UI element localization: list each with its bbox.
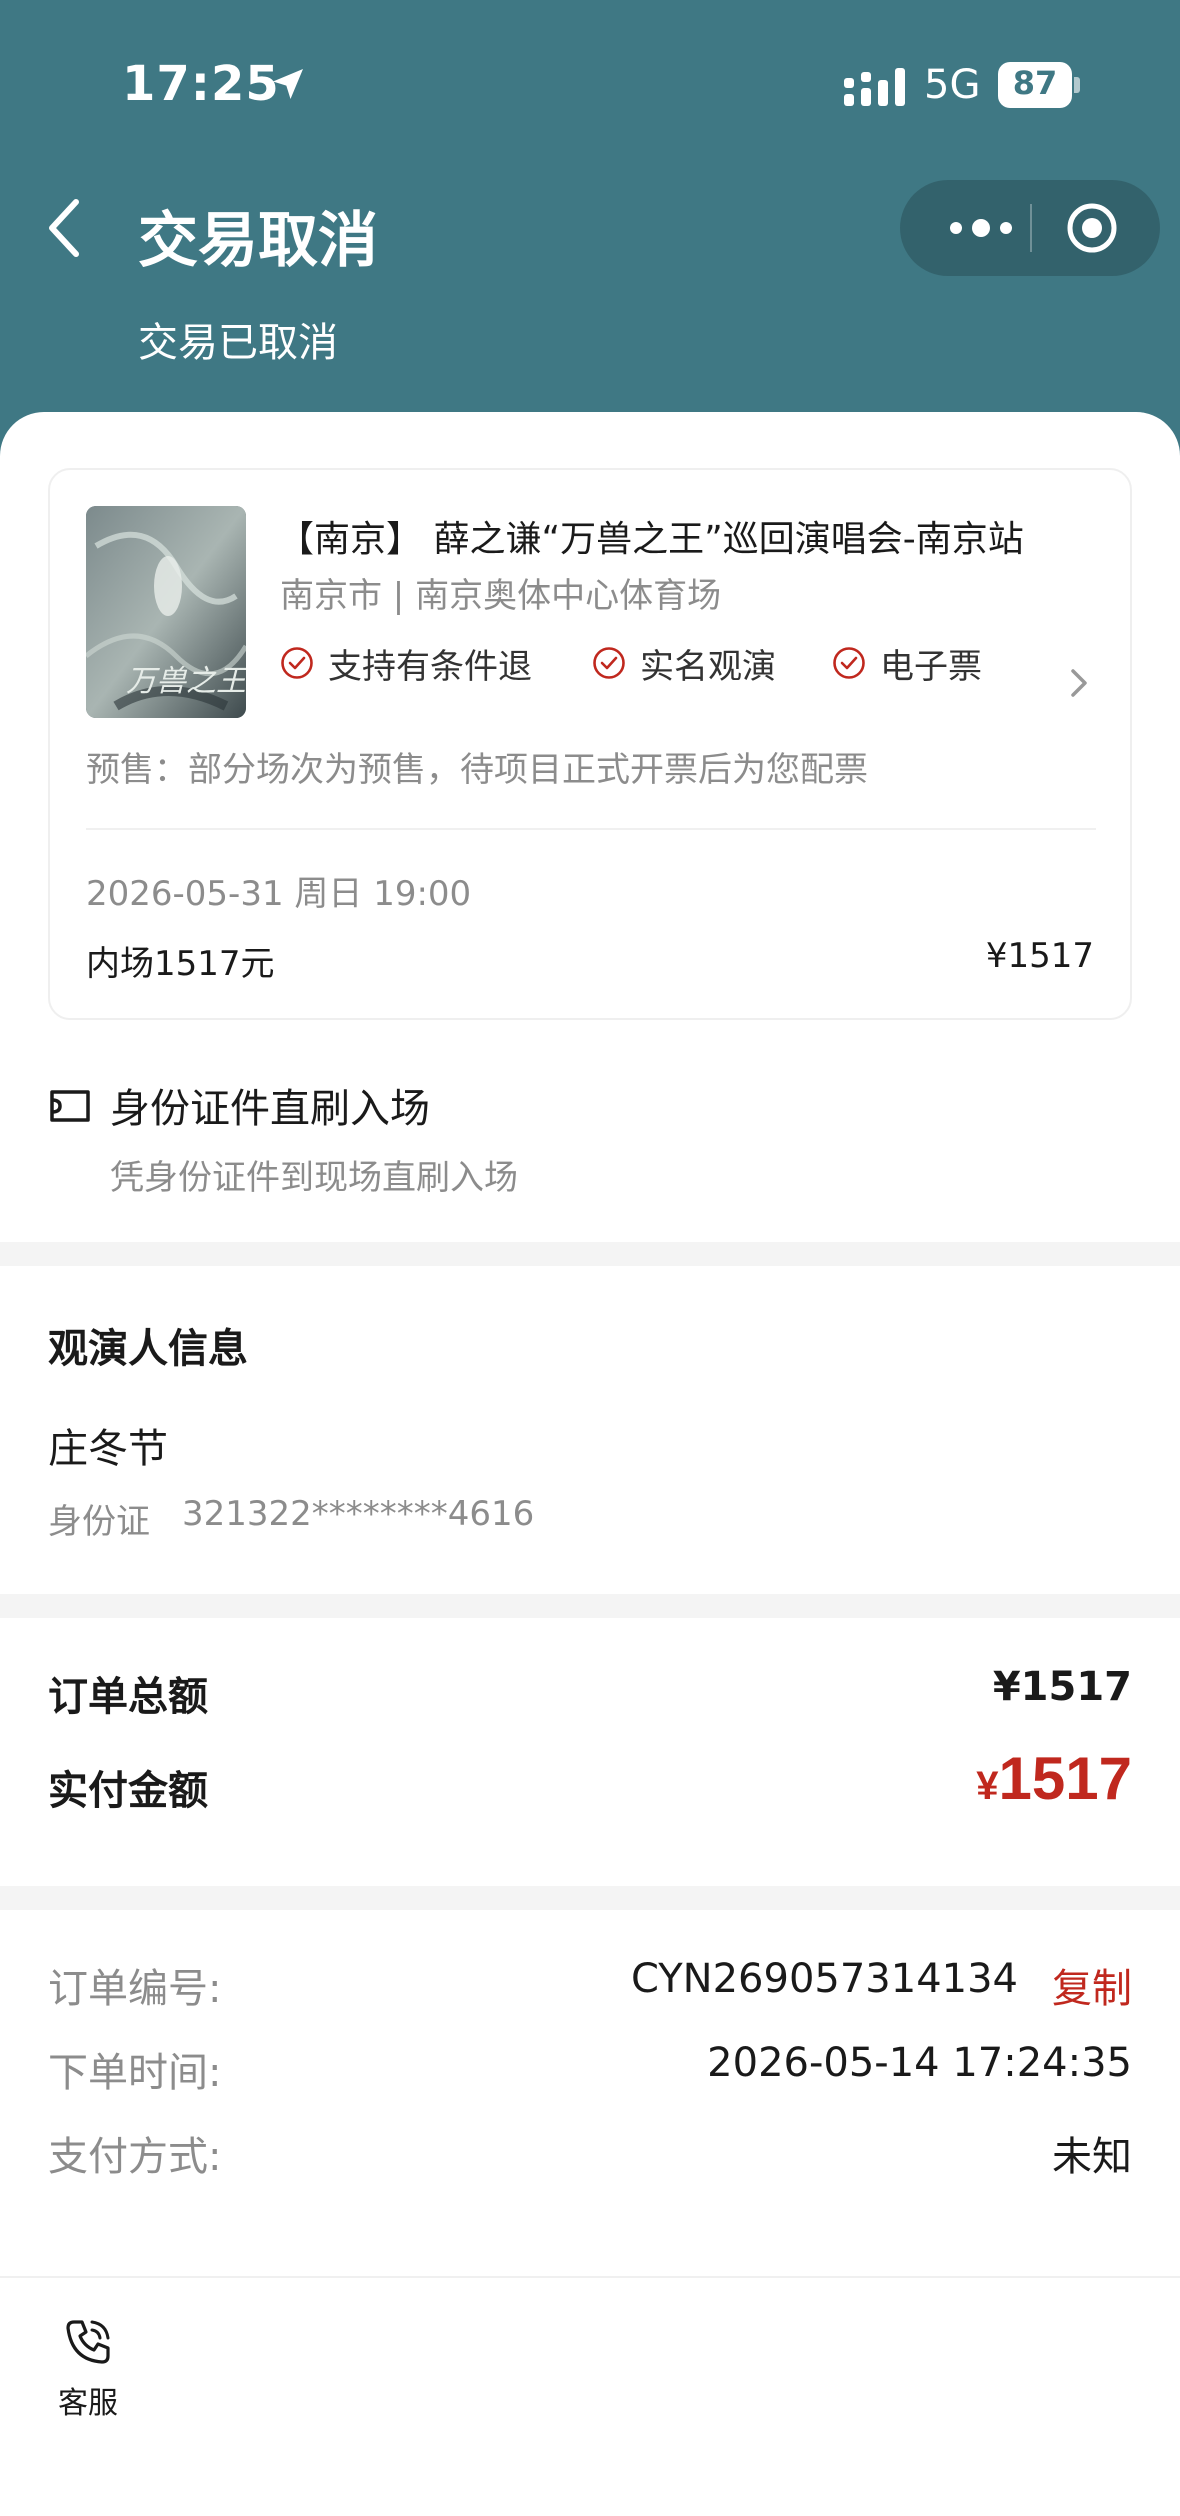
id-number: 321322********4616 xyxy=(182,1494,535,1534)
session-time: 2026-05-31 周日 19:00 xyxy=(86,874,472,914)
mini-program-capsule xyxy=(900,180,1160,276)
section-divider xyxy=(0,1886,1180,1910)
customer-service-button[interactable]: 客服 xyxy=(48,2314,128,2434)
paid-amount-label: 实付金额 xyxy=(48,1768,208,1814)
check-circle-icon xyxy=(833,647,865,679)
poster-title: 万兽之王 xyxy=(126,664,246,699)
check-circle-icon xyxy=(593,647,625,679)
section-divider xyxy=(0,1242,1180,1266)
show-venue: 南京市 | 南京奥体中心体育场 xyxy=(280,576,722,616)
entry-method-desc: 凭身份证件到现场直刷入场 xyxy=(110,1158,518,1198)
ticket-tier: 内场1517元 xyxy=(86,944,275,984)
show-poster: 万兽之王 xyxy=(86,506,246,718)
entry-method-title: 身份证件直刷入场 xyxy=(110,1086,430,1132)
paid-amount-value: ¥1517 xyxy=(976,1744,1132,1813)
payment-method-value: 未知 xyxy=(1052,2134,1132,2180)
tag-label: 电子票 xyxy=(880,646,982,687)
order-detail-sheet: 万兽之王 【南京】 薛之谦“万兽之王”巡回演唱会-南京站 南京市 | 南京奥体中… xyxy=(0,412,1180,2516)
network-type: 5G xyxy=(924,62,981,108)
order-total-value: ¥1517 xyxy=(992,1664,1132,1710)
paid-currency: ¥ xyxy=(976,1764,999,1808)
order-time-value: 2026-05-14 17:24:35 xyxy=(707,2040,1132,2086)
phone-icon xyxy=(66,2320,110,2364)
order-time-row: 下单时间: 2026-05-14 17:24:35 xyxy=(48,2040,1132,2100)
section-divider xyxy=(0,1594,1180,1618)
tag-label: 实名观演 xyxy=(640,646,776,687)
customer-service-label: 客服 xyxy=(58,2386,118,2421)
id-card-icon xyxy=(50,1090,90,1122)
order-number-label: 订单编号: xyxy=(48,1966,222,2012)
entry-method: 身份证件直刷入场 凭身份证件到现场直刷入场 xyxy=(48,1076,1132,1226)
show-card[interactable]: 万兽之王 【南京】 薛之谦“万兽之王”巡回演唱会-南京站 南京市 | 南京奥体中… xyxy=(48,468,1132,1020)
signal-icon xyxy=(844,68,905,106)
order-time-label: 下单时间: xyxy=(48,2050,222,2096)
header: 17:25 5G 87 交易取消 交易已取消 xyxy=(0,0,1180,470)
battery-level: 87 xyxy=(1012,64,1058,102)
copy-button[interactable]: 复制 xyxy=(1052,1956,1132,2014)
battery-icon: 87 xyxy=(998,62,1080,108)
tag-e-ticket: 电子票 xyxy=(832,638,982,688)
viewer-section-title: 观演人信息 xyxy=(48,1326,248,1372)
tag-label: 支持有条件退 xyxy=(328,646,532,687)
more-dots-icon[interactable] xyxy=(934,204,1028,252)
paid-number: 1517 xyxy=(998,1745,1132,1812)
id-type-label: 身份证 xyxy=(48,1502,150,1542)
presale-notice: 预售：部分场次为预售，待项目正式开票后为您配票 xyxy=(86,750,868,790)
ticket-price: ¥1517 xyxy=(985,936,1094,976)
status-bar: 17:25 5G 87 xyxy=(0,0,1180,170)
service-tags[interactable]: 支持有条件退 实名观演 电子票 xyxy=(280,638,1120,688)
footer-divider xyxy=(0,2276,1180,2278)
tag-conditional-refund: 支持有条件退 xyxy=(280,638,532,688)
order-number-row: 订单编号: CYN269057314134 复制 xyxy=(48,1956,1132,2016)
location-arrow-icon xyxy=(273,69,303,99)
payment-method-label: 支付方式: xyxy=(48,2134,222,2180)
chevron-right-icon[interactable] xyxy=(1064,666,1094,700)
chevron-left-icon[interactable] xyxy=(40,192,88,264)
order-status-text: 交易已取消 xyxy=(138,320,338,366)
viewer-name: 庄冬节 xyxy=(48,1426,168,1472)
page-title: 交易取消 xyxy=(138,206,378,276)
nav-bar: 交易取消 xyxy=(0,170,1180,290)
show-title: 【南京】 薛之谦“万兽之王”巡回演唱会-南京站 xyxy=(278,519,1024,560)
payment-method-row: 支付方式: 未知 xyxy=(48,2124,1132,2184)
check-circle-icon xyxy=(281,647,313,679)
capsule-divider xyxy=(1030,204,1032,252)
tag-real-name: 实名观演 xyxy=(592,638,776,688)
order-number-value: CYN269057314134 xyxy=(631,1956,1018,2002)
card-divider xyxy=(86,828,1096,830)
status-time: 17:25 xyxy=(122,56,280,112)
target-icon[interactable] xyxy=(1064,200,1120,256)
amount-summary: 订单总额 ¥1517 实付金额 ¥1517 xyxy=(48,1664,1132,1864)
order-total-label: 订单总额 xyxy=(48,1674,208,1720)
